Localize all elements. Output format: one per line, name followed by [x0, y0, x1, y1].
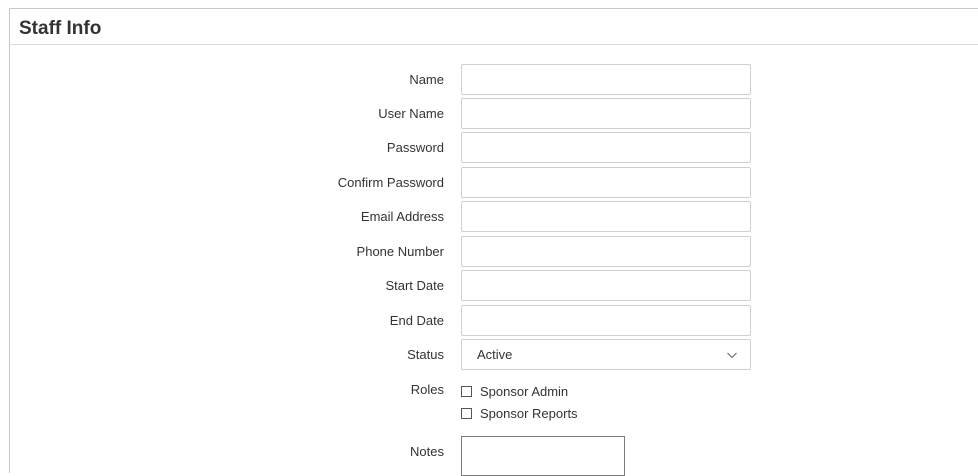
status-select[interactable]: Active [461, 339, 751, 370]
user-name-input[interactable] [461, 98, 751, 129]
name-input[interactable] [461, 64, 751, 95]
notes-label: Notes [410, 444, 444, 459]
notes-textarea[interactable] [461, 436, 625, 476]
chevron-down-icon [727, 352, 737, 359]
sponsor-admin-label[interactable]: Sponsor Admin [480, 383, 568, 401]
status-selected-value: Active [477, 347, 513, 362]
panel-header: Staff Info [10, 9, 978, 45]
end-date-label: End Date [389, 313, 444, 328]
sponsor-reports-checkbox[interactable] [461, 408, 472, 419]
confirm-password-input[interactable] [461, 167, 751, 198]
phone-number-label: Phone Number [356, 244, 444, 259]
email-address-input[interactable] [461, 201, 751, 232]
start-date-input[interactable] [461, 270, 751, 301]
user-name-label: User Name [378, 106, 444, 121]
confirm-password-label: Confirm Password [337, 175, 444, 190]
roles-label: Roles [410, 382, 444, 397]
sponsor-reports-label[interactable]: Sponsor Reports [480, 405, 578, 423]
start-date-label: Start Date [385, 278, 444, 293]
name-label: Name [409, 72, 444, 87]
staff-info-panel: Staff Info Name User Name Password Confi… [9, 8, 978, 476]
phone-number-input[interactable] [461, 236, 751, 267]
email-address-label: Email Address [360, 209, 444, 224]
password-label: Password [386, 140, 444, 155]
page-title: Staff Info [19, 18, 102, 39]
sponsor-admin-checkbox[interactable] [461, 386, 472, 397]
status-label: Status [407, 347, 444, 362]
password-input[interactable] [461, 132, 751, 163]
end-date-input[interactable] [461, 305, 751, 336]
